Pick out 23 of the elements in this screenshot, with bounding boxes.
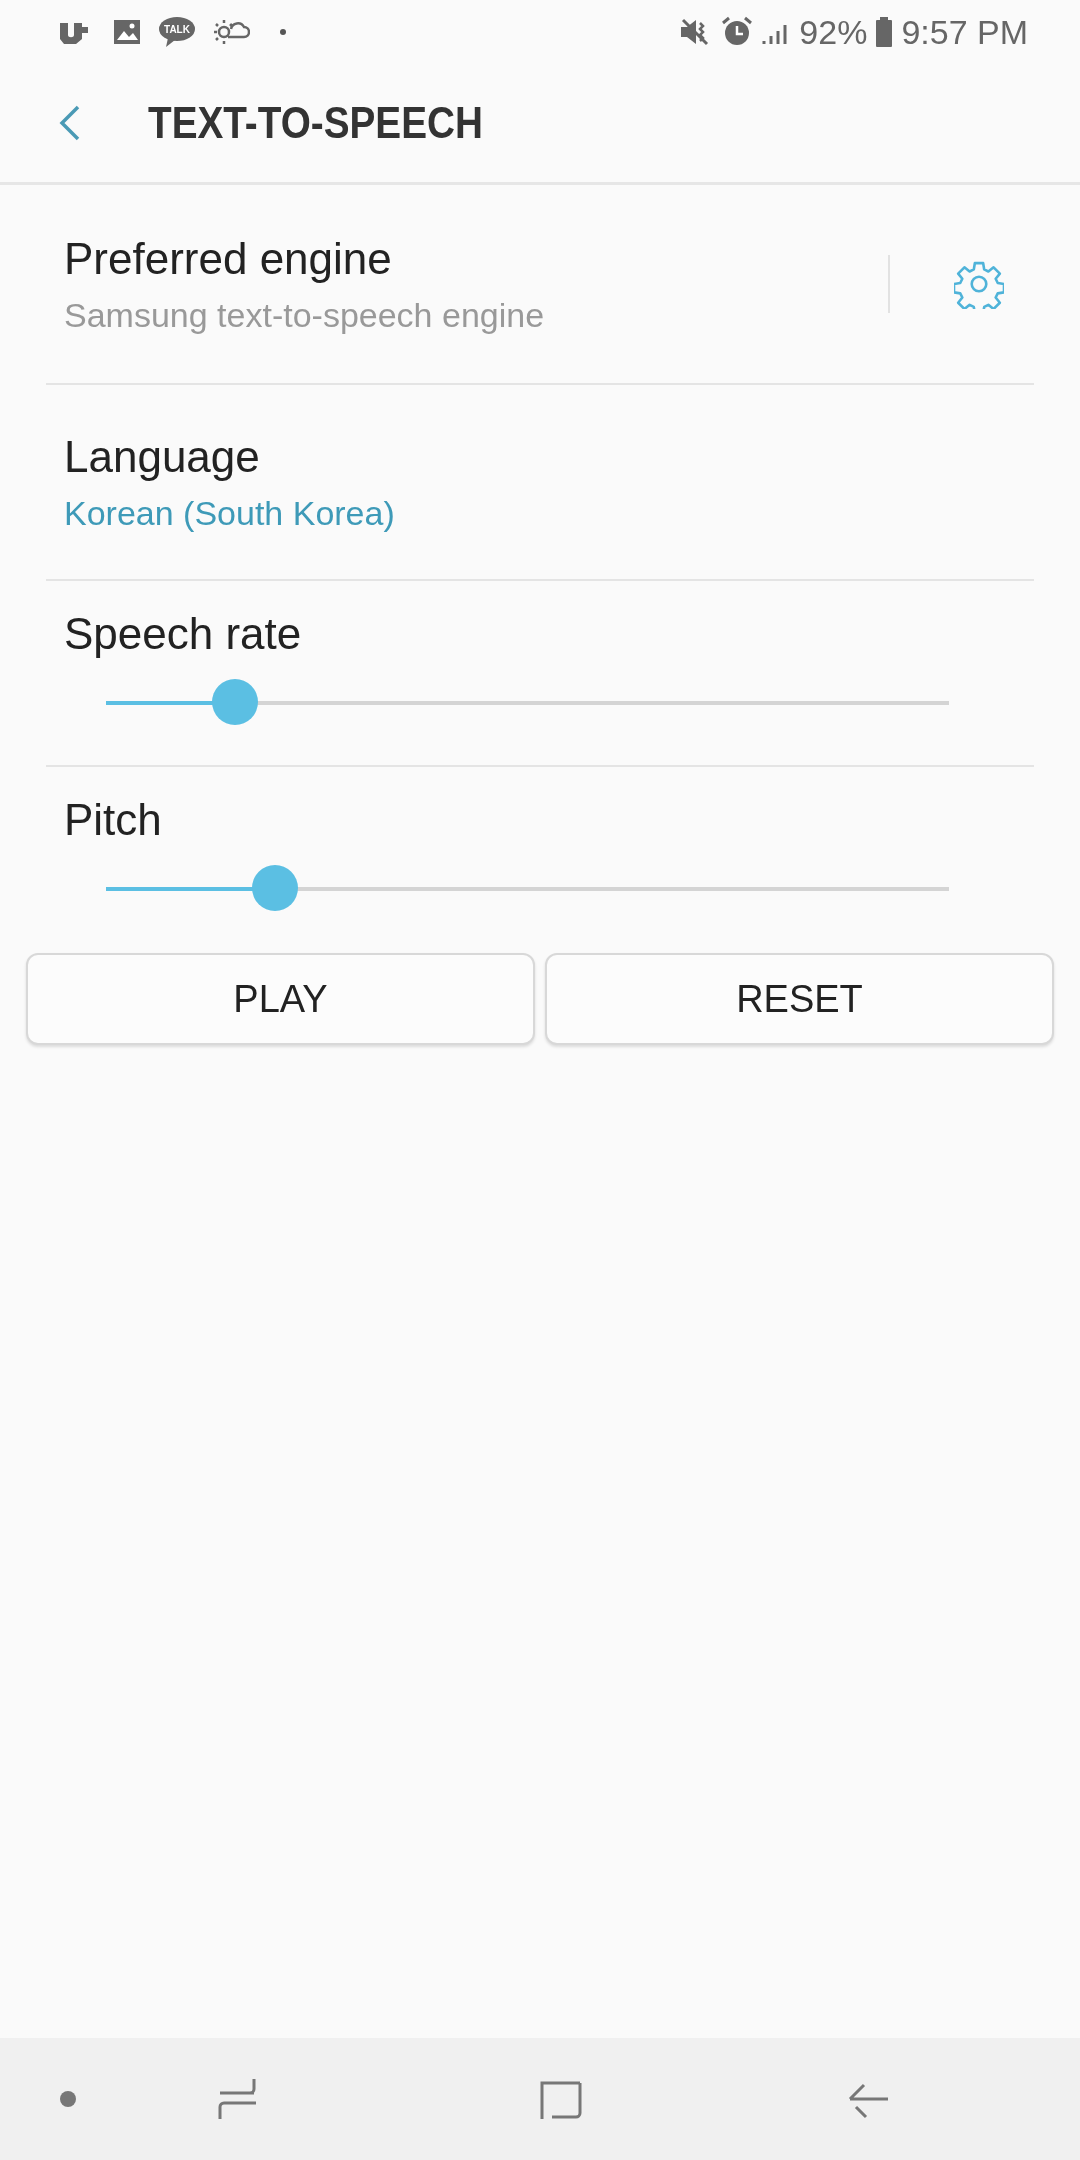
screen-title: TEXT-TO-SPEECH — [148, 98, 483, 148]
reset-button[interactable]: RESET — [545, 953, 1054, 1045]
clock-time: 9:57 PM — [901, 12, 1028, 52]
slider-label: Speech rate — [64, 609, 302, 659]
item-title: Preferred engine — [64, 233, 392, 284]
cloud-sun-icon — [212, 17, 250, 47]
preferred-engine-item[interactable]: Preferred engine Samsung text-to-speech engine — [46, 185, 1034, 385]
item-value: Korean (South Korea) — [64, 493, 395, 533]
item-subtitle: Samsung text-to-speech engine — [64, 295, 545, 335]
image-icon — [112, 17, 142, 47]
play-button[interactable]: PLAY — [26, 953, 535, 1045]
slider-thumb[interactable] — [211, 679, 258, 725]
settings-icon[interactable] — [954, 259, 1004, 309]
language-item[interactable]: Language Korean (South Korea) — [46, 385, 1034, 581]
nav-dot-icon[interactable] — [60, 2091, 76, 2107]
slider-thumb[interactable] — [251, 865, 298, 911]
alarm-icon — [721, 16, 754, 48]
battery-icon — [875, 16, 894, 48]
notification-dot — [280, 29, 286, 35]
battery-percent: 92% — [799, 12, 868, 52]
back-icon[interactable] — [58, 103, 82, 143]
slider-label: Pitch — [64, 795, 162, 845]
item-title: Language — [64, 431, 260, 482]
